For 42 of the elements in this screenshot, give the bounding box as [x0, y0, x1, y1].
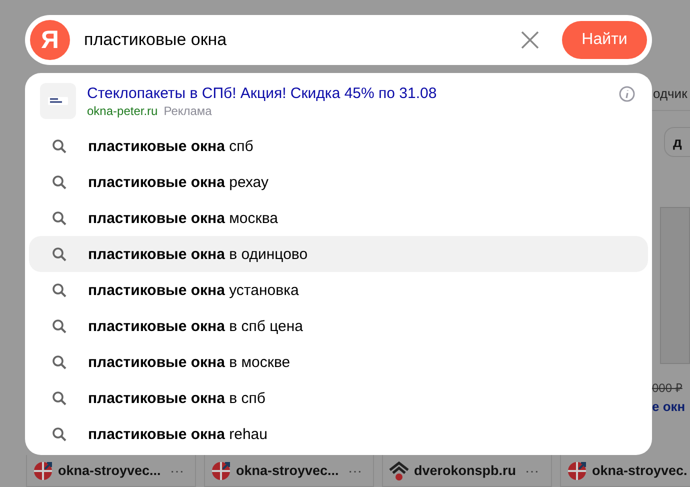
search-icon: [52, 174, 67, 190]
source-card[interactable]: okna-stroyvec... ⋯: [26, 455, 196, 487]
info-icon[interactable]: [619, 86, 635, 102]
suggestion-item[interactable]: пластиковые окна в спб цена: [29, 308, 648, 344]
product-title-link[interactable]: е окн: [652, 399, 690, 414]
source-card[interactable]: okna-stroyvec... ⋯: [204, 455, 374, 487]
site-logo-icon: [211, 460, 231, 480]
ad-title-link[interactable]: Стеклопакеты в СПб! Акция! Скидка 45% по 31.08: [87, 84, 619, 102]
site-name: okna-stroyvec.: [592, 463, 688, 478]
site-name: okna-stroyvec...: [236, 463, 339, 478]
close-icon[interactable]: [520, 30, 540, 50]
source-card[interactable]: dverokonspb.ru ⋯: [382, 455, 552, 487]
ad-logo-icon: [40, 83, 76, 119]
ad-url: okna-peter.ru: [87, 104, 158, 118]
site-logo-icon: [567, 460, 587, 480]
site-name: okna-stroyvec...: [58, 463, 161, 478]
suggestion-item[interactable]: пластиковые окна rehau: [29, 416, 648, 452]
search-icon: [52, 354, 67, 370]
search-icon: [52, 138, 67, 154]
house-logo-icon: [389, 460, 409, 480]
old-price: 000 ₽: [652, 380, 684, 396]
suggestion-item[interactable]: пластиковые окна рехау: [29, 164, 648, 200]
search-input[interactable]: пластиковые окна: [84, 30, 510, 50]
ad-label: Реклама: [164, 104, 212, 118]
site-name: dverokonspb.ru: [414, 463, 516, 478]
suggestion-item[interactable]: пластиковые окна спб: [29, 128, 648, 164]
suggestion-item[interactable]: пластиковые окна в москве: [29, 344, 648, 380]
search-field[interactable]: Я пластиковые окна Найти: [25, 15, 652, 65]
search-icon: [52, 246, 67, 262]
suggestion-item[interactable]: пластиковые окна в одинцово: [29, 236, 648, 272]
search-icon: [52, 390, 67, 406]
suggestion-item[interactable]: пластиковые окна в спб: [29, 380, 648, 416]
filter-chip[interactable]: д: [664, 127, 690, 157]
tab-label[interactable]: одчик: [653, 86, 690, 101]
suggestion-item[interactable]: пластиковые окна установка: [29, 272, 648, 308]
suggestion-item[interactable]: пластиковые окна москва: [29, 200, 648, 236]
search-icon: [52, 426, 67, 442]
search-icon: [52, 210, 67, 226]
search-icon: [52, 318, 67, 334]
source-card[interactable]: okna-stroyvec.: [560, 455, 690, 487]
search-icon: [52, 282, 67, 298]
site-logo-icon: [33, 460, 53, 480]
